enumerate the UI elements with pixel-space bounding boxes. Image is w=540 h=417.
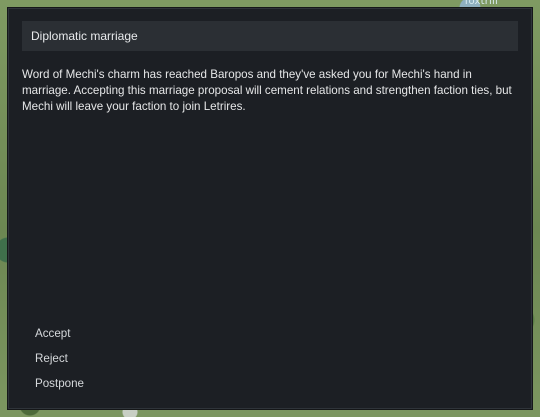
dialog-title-bar: Diplomatic marriage <box>22 21 518 51</box>
diplomatic-marriage-dialog: Diplomatic marriage Word of Mechi's char… <box>8 8 532 409</box>
dialog-body-text: Word of Mechi's charm has reached Baropo… <box>22 68 512 113</box>
map-settlement-label: foxtrill <box>464 0 498 7</box>
dialog-options: Accept Reject Postpone <box>35 326 235 401</box>
dialog-title: Diplomatic marriage <box>31 29 138 43</box>
reject-option[interactable]: Reject <box>35 351 235 376</box>
accept-option[interactable]: Accept <box>35 326 235 351</box>
postpone-option[interactable]: Postpone <box>35 376 235 401</box>
